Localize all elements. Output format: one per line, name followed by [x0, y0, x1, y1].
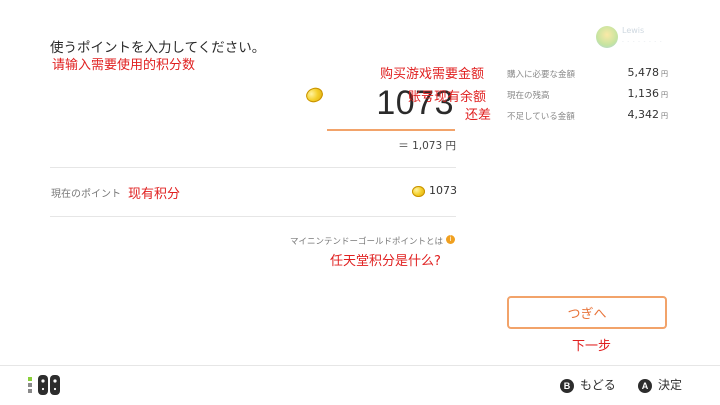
joycon-controller-icon: [28, 375, 60, 395]
back-label: もどる: [580, 378, 616, 392]
back-hint[interactable]: B もどる: [560, 376, 616, 393]
confirm-hint[interactable]: A 決定: [638, 376, 682, 393]
confirm-label: 決定: [658, 378, 683, 392]
annotation-shortfall: 还差: [465, 108, 492, 123]
gold-point-info-link[interactable]: マイニンテンドーゴールドポイントとは: [290, 235, 443, 247]
next-button[interactable]: つぎへ: [507, 296, 667, 329]
divider: [50, 167, 456, 168]
current-points-value: 1073: [429, 184, 457, 197]
a-button-icon: A: [638, 378, 652, 393]
gold-coin-icon: [304, 85, 325, 105]
annotation-current-balance: 账号现有余额: [408, 90, 487, 105]
shortfall-value: 4,342 円: [627, 108, 669, 121]
b-button-icon: B: [560, 378, 574, 393]
annotation-need-amount: 购买游戏需要金额: [380, 67, 485, 82]
user-profile: [596, 26, 618, 48]
balance-label: 現在の残高: [507, 91, 550, 101]
need-amount-value: 5,478 円: [627, 66, 669, 79]
footer-divider: [0, 365, 720, 366]
input-underline: [327, 129, 455, 131]
annotation-next: 下一步: [572, 339, 612, 354]
divider: [50, 216, 456, 217]
annotation-what-is-gold: 任天堂积分是什么?: [330, 254, 441, 269]
page-title: 使うポイントを入力してください。: [50, 40, 266, 56]
info-icon[interactable]: i: [446, 235, 455, 244]
yen-equivalent: ＝ 1,073 円: [398, 140, 456, 152]
annotation-input-points: 请输入需要使用的积分数: [52, 58, 196, 73]
balance-value: 1,136 円: [627, 87, 669, 100]
profile-subtitle: - - - - - - - -: [622, 39, 663, 45]
avatar: [596, 26, 618, 48]
shortfall-label: 不足している金額: [507, 112, 575, 122]
gold-coin-icon: [412, 186, 425, 197]
annotation-current-points: 现有积分: [128, 187, 181, 202]
profile-name: Lewis: [622, 26, 645, 35]
current-points-label: 現在のポイント: [51, 189, 121, 200]
need-amount-label: 購入に必要な金額: [507, 70, 576, 80]
